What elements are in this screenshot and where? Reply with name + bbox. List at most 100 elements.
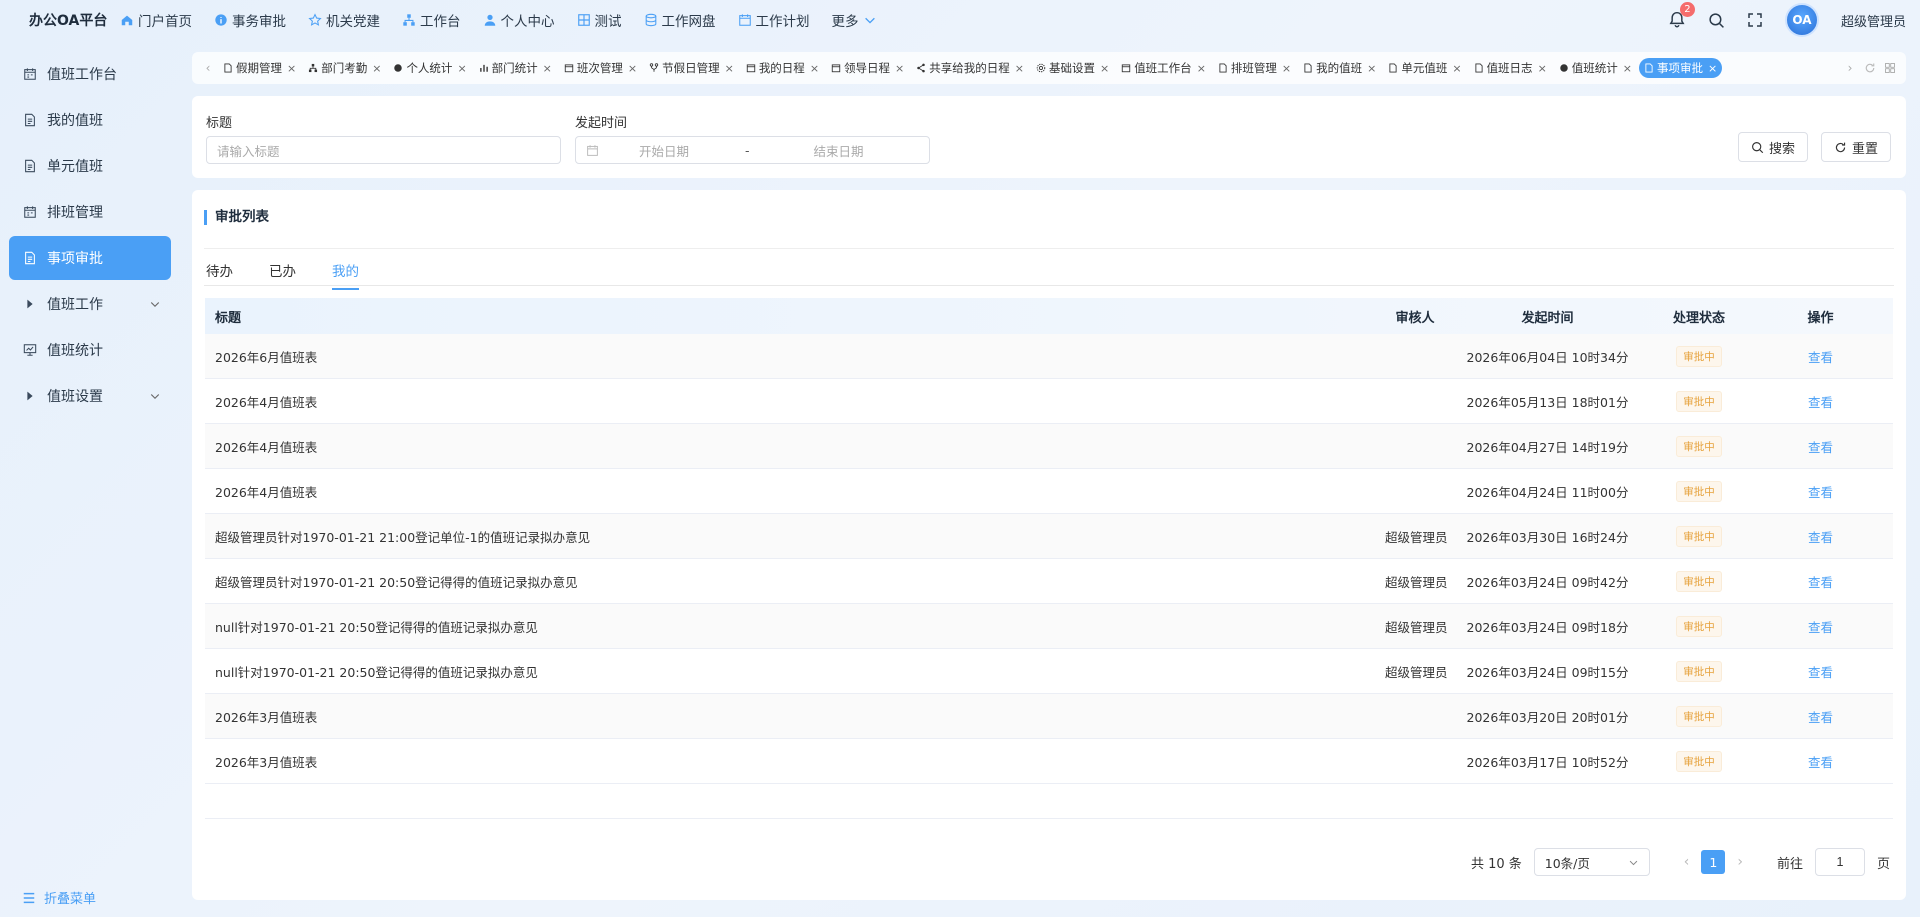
page-tab[interactable]: 个人统计 ×: [388, 58, 471, 78]
row-time: 2026年03月30日 16时24分: [1466, 529, 1629, 545]
start-date-placeholder[interactable]: 开始日期: [639, 141, 689, 160]
avatar[interactable]: OA: [1784, 3, 1819, 37]
sidebar-item[interactable]: 单元值班: [9, 144, 171, 188]
tabs-scroll-right-icon[interactable]: ›: [1840, 61, 1860, 75]
sidebar-item[interactable]: 排班管理: [9, 190, 171, 234]
sidebar-item[interactable]: 值班工作: [9, 282, 171, 326]
page-tab[interactable]: 节假日管理 ×: [644, 58, 739, 78]
view-link[interactable]: 查看: [1808, 617, 1833, 636]
close-icon[interactable]: ×: [895, 62, 904, 75]
status-badge: 审批中: [1676, 570, 1722, 592]
next-page-icon[interactable]: ›: [1737, 854, 1743, 870]
row-title: 2026年4月值班表: [215, 394, 318, 410]
sidebar-item-label: 事项审批: [47, 251, 103, 267]
view-link[interactable]: 查看: [1808, 527, 1833, 546]
page-tab[interactable]: 值班统计 ×: [1554, 58, 1637, 78]
close-icon[interactable]: ×: [810, 62, 819, 75]
star-icon: [308, 13, 322, 26]
username[interactable]: 超级管理员: [1841, 11, 1906, 30]
close-icon[interactable]: ×: [1100, 62, 1109, 75]
fullscreen-icon[interactable]: [1747, 12, 1763, 28]
top-nav-item[interactable]: 门户首页: [120, 10, 192, 30]
close-icon[interactable]: ×: [628, 62, 637, 75]
view-link[interactable]: 查看: [1808, 392, 1833, 411]
top-bar: 办公OA平台 门户首页 事务审批 机关党建 工作台 个人中心 测试 工作网盘 工作计划 更多 2…: [0, 0, 1920, 40]
row-time: 2026年06月04日 10时34分: [1466, 349, 1629, 365]
document-icon: [1389, 63, 1397, 73]
title-filter-input[interactable]: 请输入标题: [206, 136, 561, 164]
sidebar-item[interactable]: 事项审批: [9, 236, 171, 280]
page-tab[interactable]: 假期管理 ×: [218, 58, 301, 78]
view-link[interactable]: 查看: [1808, 752, 1833, 771]
page-tab[interactable]: 值班日志 ×: [1469, 58, 1552, 78]
chevron-down-icon: [864, 17, 875, 24]
close-icon[interactable]: ×: [1197, 62, 1206, 75]
page-tab[interactable]: 班次管理 ×: [559, 58, 642, 78]
top-nav-item[interactable]: 个人中心: [483, 10, 555, 30]
page-tab[interactable]: 基础设置 ×: [1031, 58, 1114, 78]
close-icon[interactable]: ×: [372, 62, 381, 75]
top-nav-item[interactable]: 测试: [577, 10, 622, 30]
page-tab-label: 领导日程: [844, 61, 891, 75]
top-nav-item[interactable]: 事务审批: [214, 10, 286, 30]
view-link[interactable]: 查看: [1808, 347, 1833, 366]
divider: [204, 285, 1894, 286]
page-tab[interactable]: 共享给我的日程 ×: [911, 58, 1029, 78]
calendar-icon: [738, 14, 751, 26]
collapse-menu-button[interactable]: 折叠菜单: [22, 888, 96, 907]
close-icon[interactable]: ×: [287, 62, 296, 75]
tabs-menu-icon[interactable]: [1880, 62, 1900, 74]
close-icon[interactable]: ×: [1282, 62, 1291, 75]
page-tab[interactable]: 我的日程 ×: [741, 58, 824, 78]
notification-button[interactable]: 2: [1668, 2, 1695, 29]
search-button[interactable]: 搜索: [1738, 132, 1809, 162]
top-nav-item[interactable]: 工作计划: [738, 10, 810, 30]
reset-button[interactable]: 重置: [1821, 132, 1892, 162]
top-nav-item[interactable]: 工作台: [402, 10, 461, 30]
brand-title[interactable]: 办公OA平台: [0, 10, 120, 30]
top-nav-item[interactable]: 工作网盘: [644, 10, 716, 30]
close-icon[interactable]: ×: [1623, 62, 1632, 75]
row-reviewer: 超级管理员: [1385, 664, 1448, 680]
close-icon[interactable]: ×: [457, 62, 466, 75]
refresh-icon[interactable]: [1860, 62, 1880, 74]
close-icon[interactable]: ×: [1538, 62, 1547, 75]
page-tab[interactable]: 单元值班 ×: [1383, 58, 1466, 78]
close-icon[interactable]: ×: [1015, 62, 1024, 75]
sidebar-item[interactable]: 值班工作台: [9, 52, 171, 96]
prev-page-icon[interactable]: ‹: [1684, 854, 1690, 870]
page-tab[interactable]: 我的值班 ×: [1298, 58, 1381, 78]
time-filter-label: 发起时间: [575, 116, 628, 131]
view-link[interactable]: 查看: [1808, 437, 1833, 456]
page-tab[interactable]: 值班工作台 ×: [1116, 58, 1211, 78]
sidebar-item[interactable]: 值班设置: [9, 374, 171, 418]
page-size-select[interactable]: 10条/页: [1533, 848, 1650, 876]
close-icon[interactable]: ×: [543, 62, 552, 75]
status-badge: 审批中: [1676, 480, 1722, 502]
row-time: 2026年04月27日 14时19分: [1466, 439, 1629, 455]
page-tab[interactable]: 排班管理 ×: [1213, 58, 1296, 78]
chart-icon: [394, 64, 403, 72]
close-icon[interactable]: ×: [1708, 62, 1717, 75]
page-tab[interactable]: 部门统计 ×: [474, 58, 557, 78]
view-link[interactable]: 查看: [1808, 707, 1833, 726]
close-icon[interactable]: ×: [1367, 62, 1376, 75]
page-number-current[interactable]: 1: [1701, 850, 1726, 874]
goto-page-input[interactable]: [1814, 848, 1865, 876]
view-link[interactable]: 查看: [1808, 572, 1833, 591]
close-icon[interactable]: ×: [1452, 62, 1461, 75]
top-nav-item[interactable]: 机关党建: [308, 10, 380, 30]
search-icon[interactable]: [1708, 12, 1725, 29]
page-tab[interactable]: 事项审批 ×: [1639, 58, 1723, 78]
close-icon[interactable]: ×: [725, 62, 734, 75]
top-nav-item[interactable]: 更多: [832, 10, 877, 30]
tabs-scroll-left-icon[interactable]: ‹: [198, 61, 218, 75]
end-date-placeholder[interactable]: 结束日期: [814, 141, 864, 160]
date-range-picker[interactable]: 开始日期 - 结束日期: [575, 136, 930, 164]
view-link[interactable]: 查看: [1808, 662, 1833, 681]
sidebar-item[interactable]: 值班统计: [9, 328, 171, 372]
sidebar-item[interactable]: 我的值班: [9, 98, 171, 142]
page-tab[interactable]: 领导日程 ×: [826, 58, 909, 78]
view-link[interactable]: 查看: [1808, 482, 1833, 501]
page-tab[interactable]: 部门考勤 ×: [303, 58, 386, 78]
